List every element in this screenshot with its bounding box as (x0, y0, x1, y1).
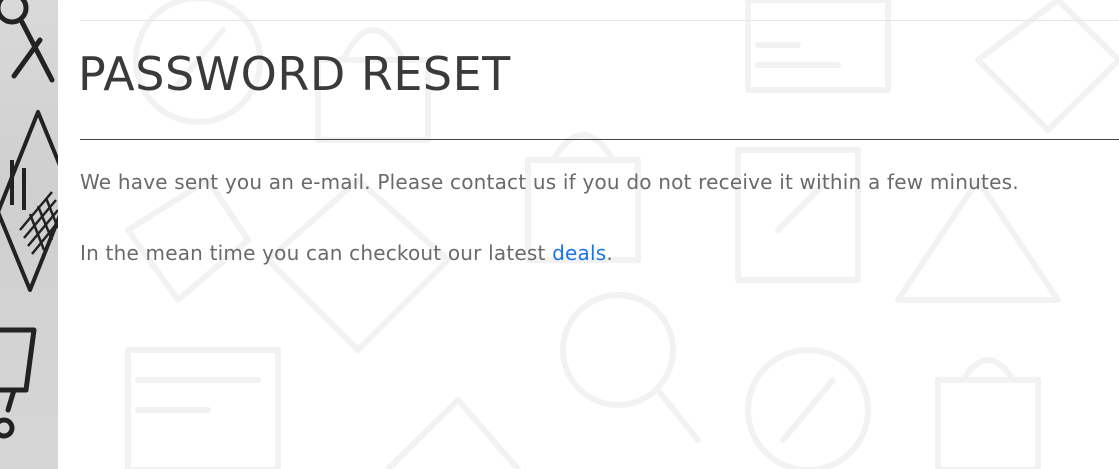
page-title: PASSWORD RESET (78, 47, 511, 101)
title-divider (80, 139, 1119, 140)
scissors-icon (0, 0, 55, 83)
reset-content: PASSWORD RESET We have sent you an e-mai… (78, 0, 1119, 469)
deals-link[interactable]: deals (552, 241, 606, 265)
email-sent-message: We have sent you an e-mail. Please conta… (80, 170, 1019, 194)
top-divider (80, 20, 1119, 21)
password-reset-page: PASSWORD RESET We have sent you an e-mai… (0, 0, 1119, 469)
card-with-keypad-icon (0, 110, 58, 292)
shopping-cart-icon (0, 327, 37, 439)
deals-message-suffix: . (606, 241, 613, 265)
deals-message-prefix: In the mean time you can checkout our la… (80, 241, 553, 265)
deals-message: In the mean time you can checkout our la… (80, 240, 613, 266)
decorative-side-strip (0, 0, 58, 469)
